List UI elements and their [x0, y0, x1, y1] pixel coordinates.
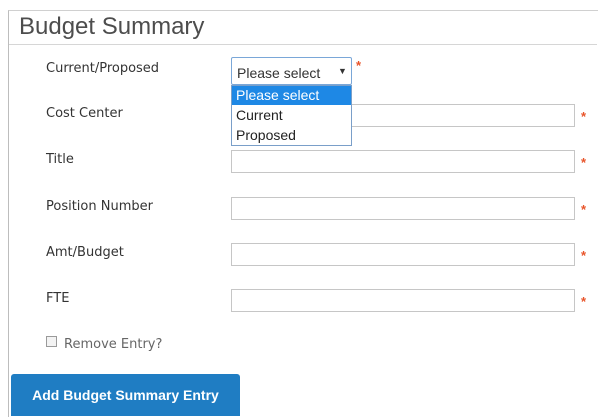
title-field[interactable] [231, 150, 575, 173]
required-marker: * [581, 202, 587, 217]
current-proposed-select[interactable]: Please select ▼ [231, 57, 352, 85]
required-marker: * [581, 294, 587, 309]
section-title: Budget Summary [19, 13, 205, 40]
required-marker: * [356, 58, 362, 73]
current-proposed-label: Current/Proposed [46, 61, 160, 76]
fte-label: FTE [46, 291, 70, 306]
title-divider [9, 44, 597, 45]
amt-budget-field[interactable] [231, 243, 575, 266]
required-marker: * [581, 109, 587, 124]
dropdown-option-proposed[interactable]: Proposed [232, 126, 351, 145]
caret-down-icon: ▼ [338, 66, 347, 76]
fte-field[interactable] [231, 289, 575, 312]
current-proposed-selected-value: Please select [237, 65, 321, 81]
cost-center-label: Cost Center [46, 106, 123, 121]
amt-budget-label: Amt/Budget [46, 245, 124, 260]
remove-entry-checkbox[interactable] [46, 336, 57, 347]
dropdown-option-current[interactable]: Current [232, 106, 351, 125]
add-budget-summary-entry-button[interactable]: Add Budget Summary Entry [11, 374, 240, 416]
remove-entry-label: Remove Entry? [64, 337, 163, 352]
current-proposed-dropdown-list: Please select Current Proposed [231, 85, 352, 146]
title-label: Title [46, 152, 74, 167]
required-marker: * [581, 248, 587, 263]
position-number-field[interactable] [231, 197, 575, 220]
required-marker: * [581, 155, 587, 170]
dropdown-option-please-select[interactable]: Please select [232, 86, 351, 105]
position-number-label: Position Number [46, 199, 153, 214]
